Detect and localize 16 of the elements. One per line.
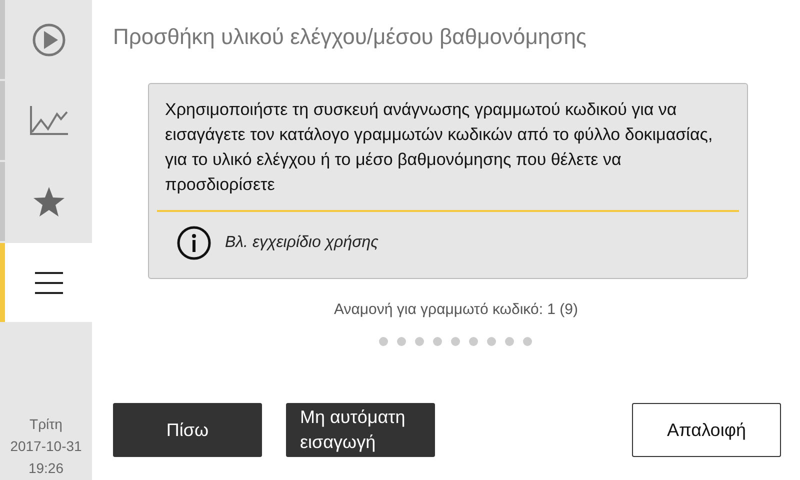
menu-icon bbox=[34, 272, 62, 294]
page-title: Προσθήκη υλικού ελέγχου/μέσου βαθμονόμησης bbox=[113, 24, 588, 51]
play-icon bbox=[32, 22, 66, 56]
barcode-status: Αναμονή για γραμμωτό κωδικό: 1 (9) bbox=[332, 301, 580, 318]
action-button[interactable]: Μη αυτόματη εισαγωγή bbox=[286, 403, 435, 457]
info-icon bbox=[177, 226, 211, 260]
time-label: 19:26 bbox=[28, 459, 64, 478]
instruction-text: Χρησιμοποιήστε τη συσκευή ανάγνωσης γραμμωτού κωδικού για να εισαγάγετε τον κατάλογο γραμμωτών κωδικών από το φύλλο δοκιμασίας, για το υλικό ελέγχου ή το μέσο βαθμονόμησης που θέλετε να προσδιορίσετε bbox=[164, 99, 714, 196]
manual-note: Βλ. εγχειρίδιο χρήσης bbox=[225, 234, 378, 252]
chart-icon bbox=[28, 106, 68, 136]
star-icon bbox=[32, 186, 64, 216]
date-label: 2017-10-31 bbox=[10, 437, 82, 456]
weekday-label: Τρίτη bbox=[30, 415, 62, 434]
action-button[interactable]: Απαλοιφή bbox=[632, 403, 781, 457]
action-button[interactable]: Πίσω bbox=[113, 403, 262, 457]
nav-tab[interactable] bbox=[0, 243, 92, 322]
